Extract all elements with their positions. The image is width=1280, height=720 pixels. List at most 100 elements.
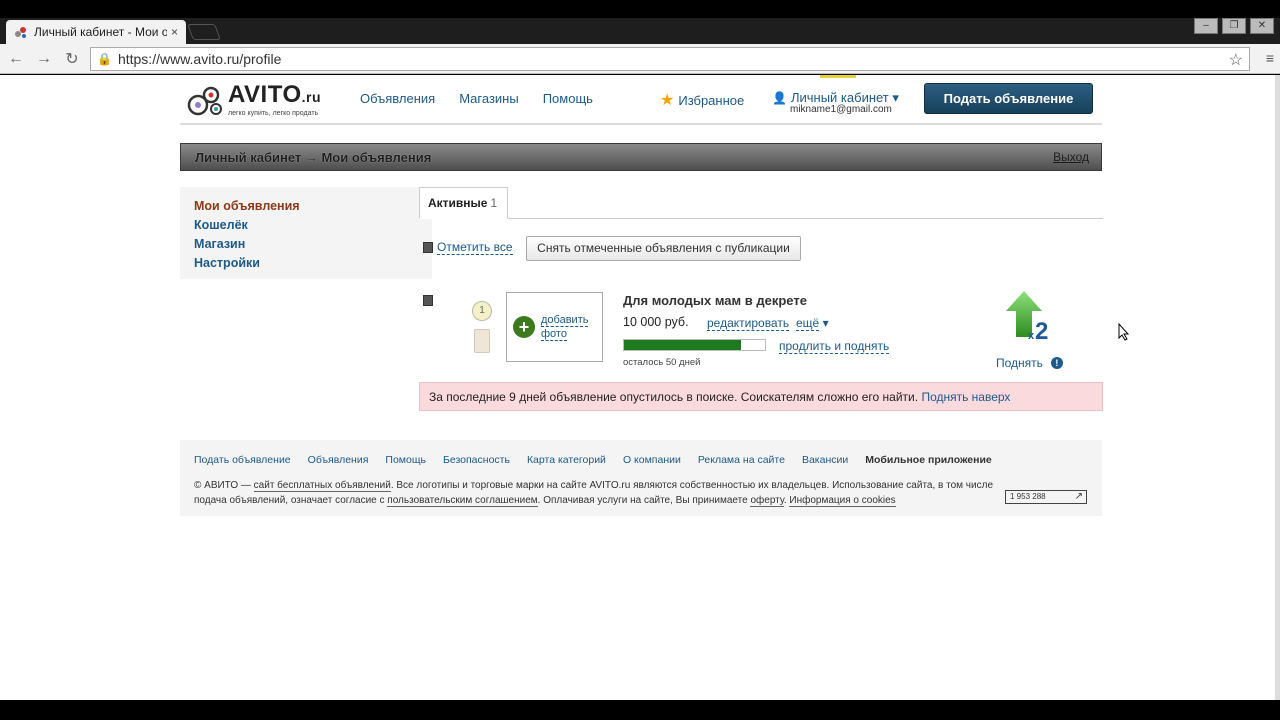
- browser-toolbar: ← → ↻ 🔒 https://www.avito.ru/profile ☆ ≡: [0, 44, 1280, 74]
- user-icon: 👤: [772, 91, 787, 105]
- avito-logo[interactable]: AVITO.ru легко купить, легко продать: [186, 83, 321, 117]
- footer-link-jobs[interactable]: Вакансии: [802, 454, 848, 466]
- footer-link-ads[interactable]: Объявления: [308, 454, 369, 466]
- info-icon[interactable]: !: [1050, 357, 1063, 369]
- address-bar[interactable]: 🔒 https://www.avito.ru/profile ☆: [90, 47, 1250, 71]
- add-photo-label-1: добавить: [541, 314, 589, 327]
- favorites-star-icon: ★: [660, 92, 675, 109]
- counter-value: 1 953 288: [1010, 492, 1046, 501]
- account-menu[interactable]: 👤 Личный кабинет ▾ mikname1@gmail.com: [772, 90, 899, 115]
- account-email: mikname1@gmail.com: [790, 104, 892, 115]
- bookmark-star-icon[interactable]: ☆: [1229, 50, 1243, 70]
- close-tab-icon[interactable]: ×: [171, 25, 178, 39]
- tab-title: Личный кабинет - Мои о: [34, 25, 167, 39]
- logo-suffix: .ru: [301, 89, 322, 105]
- forward-icon[interactable]: →: [32, 50, 56, 68]
- window-controls: – ❐ ✕: [1194, 18, 1274, 34]
- warning-text: За последние 9 дней объявление опустилос…: [429, 390, 919, 404]
- raise-link[interactable]: Поднять !: [996, 356, 1063, 370]
- listing-title[interactable]: Для молодых мам в декрете: [623, 293, 807, 308]
- close-window-icon[interactable]: ✕: [1250, 18, 1274, 34]
- listing-price: 10 000 руб.: [623, 315, 689, 329]
- restore-icon[interactable]: ❐: [1222, 18, 1246, 34]
- page-scrollbar[interactable]: [1275, 75, 1280, 700]
- footer-link-mobile-app[interactable]: Мобильное приложение: [865, 454, 992, 466]
- favorites-label: Избранное: [678, 92, 745, 108]
- unpublish-button[interactable]: Снять отмеченные объявления с публикации: [526, 236, 801, 261]
- days-remaining: осталось 50 дней: [623, 357, 701, 368]
- bottom-bar: [0, 700, 1280, 720]
- ads-tabs: Активные 1: [419, 187, 1103, 219]
- more-label: ещё: [796, 316, 820, 331]
- menu-icon[interactable]: ≡: [1266, 50, 1274, 66]
- raise-button[interactable]: x 2: [1000, 289, 1056, 345]
- sidebar-item-shop[interactable]: Магазин: [194, 235, 418, 254]
- new-tab-button[interactable]: [187, 24, 221, 40]
- header-accent: [820, 75, 856, 78]
- mark-all[interactable]: Отметить все: [423, 240, 513, 255]
- nav-ads[interactable]: Объявления: [360, 91, 435, 106]
- nav-help[interactable]: Помощь: [543, 91, 593, 106]
- ranking-warning: За последние 9 дней объявление опустилос…: [419, 382, 1103, 411]
- footer-link-help[interactable]: Помощь: [385, 454, 426, 466]
- add-photo-label-2: фото: [541, 328, 567, 341]
- main-nav: Объявления Магазины Помощь: [360, 91, 593, 106]
- copyright-site-link[interactable]: сайт бесплатных объявлений: [253, 480, 391, 492]
- sidebar-item-settings[interactable]: Настройки: [194, 254, 418, 273]
- more-dropdown[interactable]: ещё ▾: [796, 316, 829, 331]
- raise-x: x: [1028, 330, 1035, 342]
- browser-tab-strip: Личный кабинет - Мои о × – ❐ ✕: [0, 18, 1280, 44]
- mark-all-checkbox[interactable]: [423, 242, 433, 253]
- mark-all-label: Отметить все: [437, 240, 513, 255]
- footer-link-post-ad[interactable]: Подать объявление: [194, 454, 291, 466]
- footer-link-about[interactable]: О компании: [623, 454, 681, 466]
- footer-link-categories[interactable]: Карта категорий: [527, 454, 606, 466]
- add-photo-box[interactable]: + добавить фото: [506, 292, 603, 362]
- extend-link[interactable]: продлить и поднять: [779, 339, 890, 354]
- browser-tab[interactable]: Личный кабинет - Мои о ×: [6, 20, 186, 44]
- nav-shops[interactable]: Магазины: [459, 91, 519, 106]
- tab-active-count: 1: [490, 196, 498, 210]
- favorites-link[interactable]: ★ Избранное: [660, 90, 744, 110]
- rank-badge-icon: 1: [472, 301, 492, 321]
- copyright-part-3: . Оплачивая услуги на сайте, Вы принимае…: [537, 495, 751, 506]
- footer-link-security[interactable]: Безопасность: [443, 454, 510, 466]
- account-label: Личный кабинет ▾: [790, 90, 899, 105]
- lock-icon: 🔒: [97, 52, 112, 66]
- reload-icon[interactable]: ↻: [60, 49, 84, 69]
- listing-progress-bar: [623, 339, 766, 351]
- logo-name: AVITO: [228, 81, 302, 108]
- offer-link[interactable]: оферту: [750, 495, 784, 507]
- post-ad-button[interactable]: Подать объявление: [924, 83, 1093, 114]
- edit-link[interactable]: редактировать: [707, 316, 790, 331]
- avito-logo-icon: [187, 86, 222, 116]
- sidebar: Мои объявления Кошелёк Магазин Настройки: [180, 187, 432, 279]
- screen: Личный кабинет - Мои о × – ❐ ✕ ← → ↻ 🔒 h…: [0, 0, 1280, 720]
- raise-arrow-icon: x 2: [1006, 291, 1048, 345]
- logout-link[interactable]: Выход: [1053, 150, 1089, 164]
- sidebar-item-my-ads[interactable]: Мои объявления: [194, 197, 418, 216]
- footer-link-advertising[interactable]: Реклама на сайте: [698, 454, 785, 466]
- raise-label: Поднять: [996, 356, 1043, 370]
- phone-icon: [474, 329, 490, 353]
- lift-to-top-link[interactable]: Поднять наверх: [921, 390, 1010, 404]
- site-header: AVITO.ru легко купить, легко продать Объ…: [180, 75, 1102, 125]
- footer-links: Подать объявление Объявления Помощь Безо…: [194, 454, 992, 466]
- counter-arrow-icon: ↗: [1074, 491, 1083, 502]
- avito-favicon-icon: [15, 27, 26, 38]
- visitor-counter[interactable]: 1 953 288 ↗: [1005, 490, 1087, 504]
- listing-checkbox[interactable]: [423, 295, 433, 306]
- minimize-icon[interactable]: –: [1194, 18, 1218, 34]
- web-page: AVITO.ru легко купить, легко продать Объ…: [0, 75, 1275, 700]
- raise-multiplier: 2: [1035, 318, 1048, 343]
- breadcrumb: Личный кабинет → Мои объявления: [195, 150, 432, 165]
- user-agreement-link[interactable]: пользовательским соглашением: [387, 495, 538, 507]
- plus-icon: +: [513, 316, 535, 338]
- sidebar-item-wallet[interactable]: Кошелёк: [194, 216, 418, 235]
- cookies-link[interactable]: Информация о cookies: [789, 495, 896, 507]
- site-footer: Подать объявление Объявления Помощь Безо…: [180, 440, 1102, 516]
- back-icon[interactable]: ←: [4, 50, 28, 68]
- breadcrumb-bar: Личный кабинет → Мои объявления Выход: [180, 143, 1102, 171]
- tab-active[interactable]: Активные 1: [419, 187, 508, 219]
- url-text: https://www.avito.ru/profile: [117, 51, 282, 67]
